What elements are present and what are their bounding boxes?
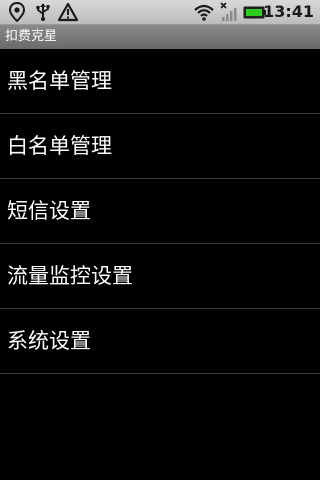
menu-item-label: 黑名单管理	[7, 69, 112, 93]
menu-item-label: 短信设置	[7, 199, 91, 223]
menu-item-blacklist[interactable]: 黑名单管理	[0, 49, 320, 114]
battery-level	[246, 9, 262, 16]
menu-item-sms-settings[interactable]: 短信设置	[0, 179, 320, 244]
menu-item-label: 流量监控设置	[7, 264, 133, 288]
settings-menu: 黑名单管理 白名单管理 短信设置 流量监控设置 系统设置	[0, 49, 320, 374]
warning-icon	[57, 2, 79, 22]
app-screen: 13:41 扣费克星 黑名单管理 白名单管理 短信设置 流量监控设置 系统设置	[0, 0, 320, 480]
app-title: 扣费克星	[5, 29, 58, 44]
menu-item-whitelist[interactable]: 白名单管理	[0, 114, 320, 179]
menu-item-traffic-monitor-settings[interactable]: 流量监控设置	[0, 244, 320, 309]
title-bar: 扣费克星	[0, 25, 320, 49]
location-pin-icon	[7, 1, 27, 23]
wifi-icon	[193, 2, 214, 22]
clock: 13:41	[263, 2, 314, 21]
no-signal-icon	[219, 2, 239, 22]
menu-item-system-settings[interactable]: 系统设置	[0, 309, 320, 374]
status-bar: 13:41	[0, 0, 320, 25]
menu-item-label: 系统设置	[7, 329, 91, 353]
menu-item-label: 白名单管理	[7, 134, 112, 158]
usb-icon	[33, 2, 53, 22]
